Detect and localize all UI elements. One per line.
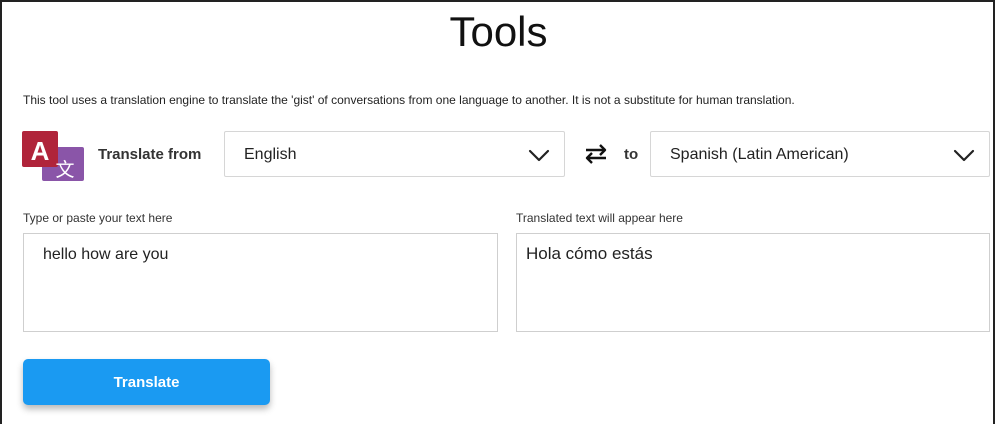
- svg-text:A: A: [31, 136, 50, 166]
- swap-arrows-icon[interactable]: [584, 144, 608, 164]
- source-text-input[interactable]: hello how are you: [23, 233, 498, 332]
- input-text-label: Type or paste your text here: [23, 211, 173, 225]
- target-language-value: Spanish (Latin American): [670, 146, 849, 163]
- chevron-down-icon: [528, 149, 550, 162]
- page-title: Tools: [449, 8, 548, 55]
- translate-to-label: to: [624, 146, 639, 163]
- translated-text-output: Hola cómo estás: [516, 233, 990, 332]
- translate-button[interactable]: Translate: [23, 359, 270, 405]
- output-text-label: Translated text will appear here: [516, 211, 683, 225]
- source-language-value: English: [244, 146, 297, 163]
- translate-logo-icon: A 文: [22, 131, 84, 181]
- source-language-select[interactable]: English: [224, 131, 565, 177]
- svg-text:文: 文: [55, 159, 74, 181]
- disclaimer-text: This tool uses a translation engine to t…: [23, 93, 795, 107]
- translate-from-label: Translate from: [98, 146, 202, 163]
- target-language-select[interactable]: Spanish (Latin American): [650, 131, 990, 177]
- chevron-down-icon: [953, 149, 975, 162]
